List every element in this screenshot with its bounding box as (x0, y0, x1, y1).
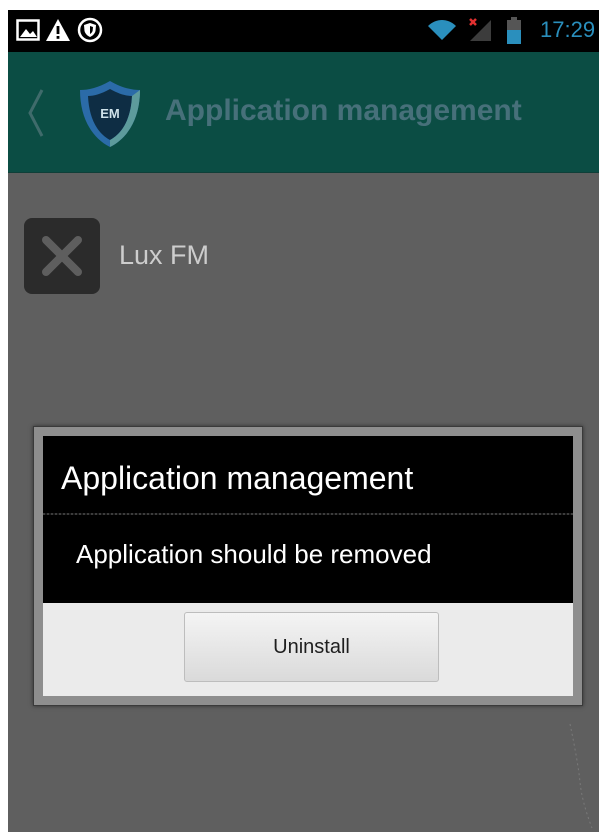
logo-text: EM (100, 106, 120, 121)
battery-icon (507, 17, 521, 44)
dialog-body: Application management Application shoul… (43, 436, 573, 696)
clock: 17:29 (540, 17, 596, 42)
wifi-icon (428, 20, 456, 40)
app-logo-icon[interactable]: EM (74, 78, 146, 150)
close-x-icon (42, 236, 82, 276)
uninstall-button[interactable]: Uninstall (184, 612, 439, 682)
signal-icon (469, 18, 491, 41)
app-icon (24, 218, 100, 294)
action-bar: EM Application management (8, 52, 599, 173)
phone-screen: 17:29 EM Application management Lux FM A… (8, 10, 599, 832)
back-chevron-icon[interactable] (26, 88, 46, 138)
app-name: Lux FM (119, 240, 210, 270)
status-bar: 17:29 (8, 10, 599, 52)
list-item-app[interactable]: Lux FM (24, 218, 424, 294)
page-title: Application management (165, 94, 522, 127)
alert-dialog: Application management Application shoul… (33, 426, 583, 706)
dialog-button-bar: Uninstall (43, 603, 573, 696)
picture-icon (16, 19, 40, 41)
dialog-message: Application should be removed (76, 539, 432, 569)
scratch-artifact (569, 723, 593, 829)
dialog-divider (43, 513, 573, 515)
warning-icon (46, 19, 70, 41)
shield-icon (77, 17, 103, 43)
dialog-title: Application management (61, 460, 414, 496)
